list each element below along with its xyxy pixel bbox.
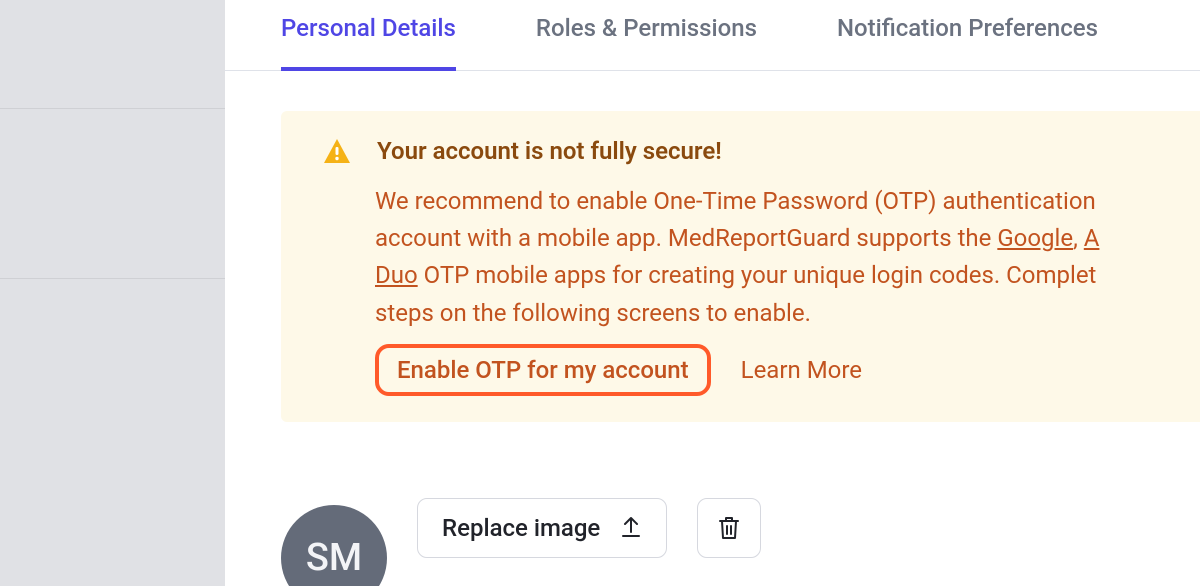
avatar-initials: SM — [306, 536, 362, 580]
alert-text: , — [1073, 224, 1084, 252]
button-label: Enable OTP for my account — [397, 356, 689, 384]
link-a[interactable]: A — [1084, 224, 1100, 252]
sidebar-divider — [0, 108, 225, 109]
tab-roles-permissions[interactable]: Roles & Permissions — [536, 14, 757, 70]
link-duo[interactable]: Duo — [375, 261, 418, 289]
replace-image-button[interactable]: Replace image — [417, 498, 667, 558]
learn-more-link[interactable]: Learn More — [741, 356, 862, 384]
tab-label: Personal Details — [281, 14, 456, 42]
delete-image-button[interactable] — [697, 498, 761, 558]
button-label: Replace image — [442, 514, 600, 542]
trash-icon — [718, 515, 740, 541]
alert-text: steps on the following screens to enable… — [375, 299, 811, 327]
avatar: SM — [281, 505, 387, 586]
tab-bar: Personal Details Roles & Permissions Not… — [225, 0, 1200, 71]
alert-text: We recommend to enable One-Time Password… — [375, 187, 1096, 215]
sidebar — [0, 0, 225, 586]
alert-body: We recommend to enable One-Time Password… — [375, 183, 1200, 332]
warning-icon — [323, 138, 351, 164]
main-content: Personal Details Roles & Permissions Not… — [225, 0, 1200, 586]
alert-text: OTP mobile apps for creating your unique… — [418, 261, 1097, 289]
alert-text: account with a mobile app. MedReportGuar… — [375, 224, 997, 252]
tab-personal-details[interactable]: Personal Details — [281, 14, 456, 70]
link-label: Learn More — [741, 356, 862, 384]
avatar-row: SM Replace image — [281, 498, 1200, 558]
tab-label: Notification Preferences — [837, 14, 1098, 42]
tab-label: Roles & Permissions — [536, 14, 757, 42]
link-google[interactable]: Google — [997, 224, 1073, 252]
tab-notification-preferences[interactable]: Notification Preferences — [837, 14, 1098, 70]
enable-otp-button[interactable]: Enable OTP for my account — [375, 344, 711, 396]
upload-icon — [620, 516, 642, 540]
security-alert: Your account is not fully secure! We rec… — [281, 111, 1200, 422]
sidebar-divider — [0, 278, 225, 279]
alert-title: Your account is not fully secure! — [377, 137, 722, 165]
